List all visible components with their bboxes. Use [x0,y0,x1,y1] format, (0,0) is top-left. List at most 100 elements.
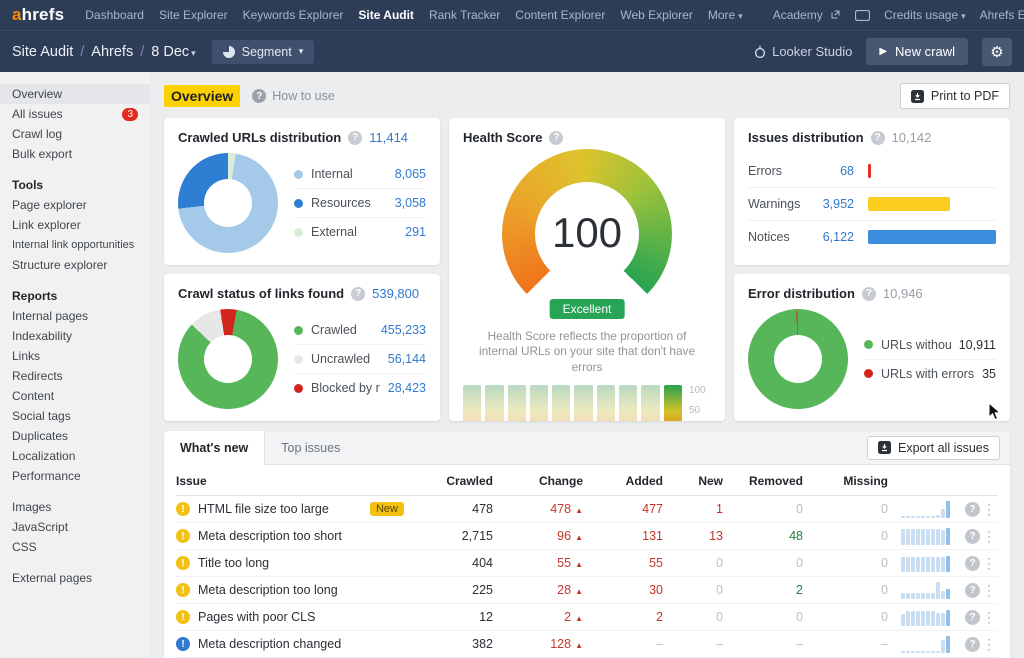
sidebar-item-performance[interactable]: Performance [0,466,150,486]
column-new[interactable]: New [663,474,723,488]
sidebar-item-internal-pages[interactable]: Internal pages [0,306,150,326]
new-crawl-button[interactable]: ▶ New crawl [866,38,968,65]
sidebar-item-content[interactable]: Content [0,386,150,406]
sidebar-item-external-pages[interactable]: External pages [0,568,150,588]
nav-item-dashboard[interactable]: Dashboard [85,8,144,22]
trend-sparkline [901,528,950,545]
sidebar-item-social-tags[interactable]: Social tags [0,406,150,426]
issues-row-errors: Errors 68 [748,155,996,187]
column-change[interactable]: Change [493,474,583,488]
help-icon[interactable]: ? [348,131,362,145]
sidebar-item-localization[interactable]: Localization [0,446,150,466]
help-icon[interactable]: ? [871,131,885,145]
sidebar-item-internal-link-opportunities[interactable]: Internal link opportunities [0,235,150,255]
column-crawled[interactable]: Crawled [418,474,493,488]
nav-item-site-audit[interactable]: Site Audit [358,8,414,22]
sidebar-item-indexability[interactable]: Indexability [0,326,150,346]
new-value: 0 [663,610,723,624]
legend-value[interactable]: 3,058 [395,196,426,210]
legend-value[interactable]: 56,144 [388,352,426,366]
crawl-date-dropdown[interactable]: 8 Dec▾ [151,44,195,60]
added-value: 2 [583,610,663,624]
sidebar-item-all-issues[interactable]: All issues3 [0,104,150,124]
sidebar-item-duplicates[interactable]: Duplicates [0,426,150,446]
crawled-urls-donut [178,153,278,253]
column-issue[interactable]: Issue [176,474,418,488]
sidebar-item-crawl-log[interactable]: Crawl log [0,124,150,144]
kebab-menu-icon[interactable]: ⋮ [980,636,998,653]
kebab-menu-icon[interactable]: ⋮ [980,528,998,545]
nav-item-keywords-explorer[interactable]: Keywords Explorer [243,8,344,22]
sidebar-item-page-explorer[interactable]: Page explorer [0,195,150,215]
help-icon[interactable]: ? [965,583,980,598]
crawled-urls-total[interactable]: 11,414 [369,130,408,145]
sidebar-item-links[interactable]: Links [0,346,150,366]
trend-sparkline [901,609,950,626]
legend-value[interactable]: 455,233 [381,323,426,337]
warnings-count[interactable]: 3,952 [812,197,854,211]
nav-item-academy[interactable]: Academy [773,8,840,22]
nav-item-more[interactable]: More▾ [708,8,743,22]
looker-studio-link[interactable]: Looker Studio [754,44,852,59]
warning-icon: ! [176,502,190,516]
sidebar-item-bulk-export[interactable]: Bulk export [0,144,150,164]
help-icon[interactable]: ? [351,287,365,301]
issue-link[interactable]: HTML file size too large [198,502,329,516]
help-icon[interactable]: ? [965,610,980,625]
sidebar-item-redirects[interactable]: Redirects [0,366,150,386]
crawl-status-donut [178,309,278,409]
settings-button[interactable]: ⚙ [982,38,1012,66]
sidebar-item-css[interactable]: CSS [0,537,150,557]
card-title: Health Score [463,130,542,145]
crawl-status-total[interactable]: 539,800 [372,286,419,301]
kebab-menu-icon[interactable]: ⋮ [980,609,998,626]
nav-item-web-explorer[interactable]: Web Explorer [620,8,692,22]
sidebar-item-images[interactable]: Images [0,497,150,517]
sidebar-item-link-explorer[interactable]: Link explorer [0,215,150,235]
help-icon[interactable]: ? [965,502,980,517]
issue-link[interactable]: Meta description too short [198,529,342,543]
credits-usage-menu[interactable]: Credits usage▾ [884,8,966,22]
legend-value[interactable]: 8,065 [395,167,426,181]
export-all-issues-button[interactable]: Export all issues [867,436,1000,460]
print-to-pdf-button[interactable]: Print to PDF [900,83,1010,109]
notices-count[interactable]: 6,122 [812,230,854,244]
overview-highlight-tab[interactable]: Overview [164,85,240,107]
issue-link[interactable]: Title too long [198,556,269,570]
kebab-menu-icon[interactable]: ⋮ [980,555,998,572]
nav-item-rank-tracker[interactable]: Rank Tracker [429,8,500,22]
issue-link[interactable]: Pages with poor CLS [198,610,315,624]
kebab-menu-icon[interactable]: ⋮ [980,501,998,518]
kebab-menu-icon[interactable]: ⋮ [980,582,998,599]
issue-link[interactable]: Meta description too long [198,583,338,597]
column-added[interactable]: Added [583,474,663,488]
health-score-description: Health Score reflects the proportion of … [463,329,711,375]
nav-item-content-explorer[interactable]: Content Explorer [515,8,605,22]
help-icon[interactable]: ? [965,529,980,544]
nav-item-site-explorer[interactable]: Site Explorer [159,8,228,22]
tab-top-issues[interactable]: Top issues [265,431,356,465]
issue-link[interactable]: Meta description changed [198,637,341,651]
how-to-use-link[interactable]: ? How to use [252,89,335,103]
legend-value[interactable]: 28,423 [388,381,426,395]
help-icon[interactable]: ? [965,637,980,652]
segment-dropdown[interactable]: Segment ▾ [212,40,315,64]
ahrefs-logo[interactable]: ahrefs [12,5,64,25]
column-removed[interactable]: Removed [723,474,803,488]
column-missing[interactable]: Missing [803,474,888,488]
workspace-icon[interactable] [855,10,870,21]
account-menu[interactable]: Ahrefs Enterprise▾ [980,8,1024,22]
breadcrumb-project[interactable]: Ahrefs [91,44,133,60]
sidebar-item-overview[interactable]: Overview [0,84,150,104]
sidebar-item-structure-explorer[interactable]: Structure explorer [0,255,150,275]
errors-count[interactable]: 68 [812,164,854,178]
help-icon[interactable]: ? [965,556,980,571]
help-icon[interactable]: ? [549,131,563,145]
help-icon[interactable]: ? [862,287,876,301]
missing-value: 0 [803,502,888,516]
legend-value[interactable]: 291 [405,225,426,239]
sidebar-item-javascript[interactable]: JavaScript [0,517,150,537]
tab-whats-new[interactable]: What's new [164,431,265,465]
table-row: ! HTML file size too large New 478 478▲ … [176,496,998,523]
breadcrumb-site-audit[interactable]: Site Audit [12,44,73,60]
